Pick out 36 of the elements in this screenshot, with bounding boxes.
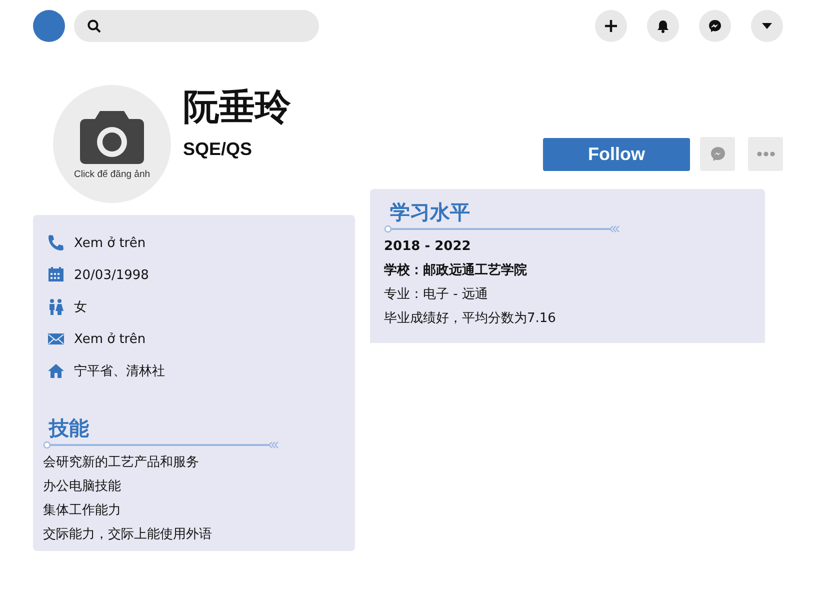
study-period: 2018 - 2022 [384,238,472,256]
contact-text: Xem ở trên [74,236,146,250]
avatar-caption: Click đế đăng ảnh [74,169,150,180]
section-heading: 技能 [49,415,90,441]
contact-text: 20/03/1998 [74,268,149,282]
search-field[interactable] [74,10,319,42]
skill-text: 集体工作能力 [43,502,122,520]
contact-text: Xem ở trên [74,332,146,346]
home-icon [47,362,65,380]
messenger-icon [710,146,726,162]
skill-text: 办公电脑技能 [43,478,122,496]
job-title: SQE/QS [183,139,254,160]
plus-icon [604,19,618,33]
messenger-button[interactable] [699,10,731,42]
people-icon [47,298,65,316]
phone-icon [47,234,65,252]
school-text: 学校：邮政远通工艺学院 [384,262,528,280]
logo[interactable] [33,10,65,42]
messenger-icon [708,19,722,33]
more-icon [756,151,774,157]
search-icon [87,19,101,33]
calendar-icon [47,266,65,284]
major-text: 专业：电子 - 远通 [384,286,489,304]
profile-name: 阮垂玲 [183,87,291,129]
section-heading: 学习水平 [390,199,471,225]
follow-button[interactable]: Follow [543,138,690,170]
contact-text: 女 [74,299,87,316]
skill-text: 会研究新的工艺产品和服务 [43,454,200,472]
bell-icon [656,19,670,33]
plus-button[interactable] [595,10,627,42]
skill-text: 交际能力，交际上能使用外语 [43,526,213,544]
grade-text: 毕业成绩好，平均分数为7.16 [384,310,557,328]
avatar-upload[interactable]: Click đế đăng ảnh [53,85,171,203]
bell-button[interactable] [647,10,679,42]
contact-text: 宁平省、清林社 [74,363,165,380]
caret-button[interactable] [751,10,783,42]
